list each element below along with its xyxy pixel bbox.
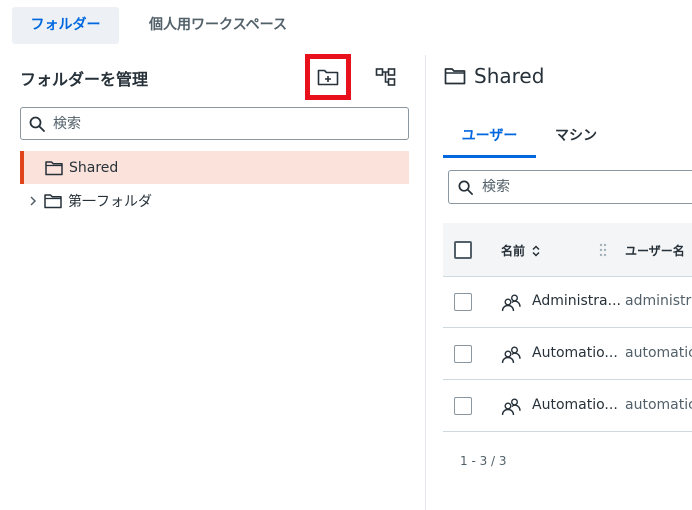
folder-management-panel: フォルダーを管理 Shared xyxy=(0,48,425,510)
tab-users[interactable]: ユーザー xyxy=(443,120,536,158)
folder-search-input[interactable] xyxy=(53,108,403,139)
column-header-username[interactable]: ユーザー名 xyxy=(625,242,685,259)
folder-icon xyxy=(45,160,63,175)
tree-item-label: 第一フォルダ xyxy=(68,193,152,210)
pagination-info: 1 - 3 / 3 xyxy=(460,454,507,468)
tree-item-first-folder[interactable]: 第一フォルダ xyxy=(20,184,409,217)
row-checkbox[interactable] xyxy=(454,293,472,311)
row-checkbox[interactable] xyxy=(454,397,472,415)
user-search xyxy=(448,170,692,204)
user-group-icon xyxy=(501,398,521,416)
folder-icon xyxy=(444,68,466,85)
top-tabs: フォルダー 個人用ワークスペース xyxy=(0,0,692,48)
folder-plus-icon xyxy=(317,69,339,86)
row-username: administra xyxy=(625,293,692,309)
row-name: Automatio... xyxy=(532,397,618,413)
tab-personal-workspace[interactable]: 個人用ワークスペース xyxy=(128,7,308,44)
folder-icon xyxy=(44,193,62,208)
new-folder-button[interactable] xyxy=(305,54,351,100)
table-row[interactable]: Administra... administra xyxy=(443,277,692,328)
tree-item-shared[interactable]: Shared xyxy=(20,151,409,184)
panel-title: フォルダーを管理 xyxy=(20,70,149,89)
sort-icon[interactable] xyxy=(531,244,541,257)
table-row[interactable]: Automatio... automatic xyxy=(443,381,692,432)
detail-tabs: ユーザー マシン xyxy=(443,120,692,158)
chevron-right-icon[interactable] xyxy=(26,194,40,208)
folder-search xyxy=(20,107,409,140)
table-row[interactable]: Automatio... automatic xyxy=(443,329,692,380)
search-icon xyxy=(29,116,45,132)
tab-folders[interactable]: フォルダー xyxy=(12,7,119,44)
row-checkbox[interactable] xyxy=(454,345,472,363)
folder-title-text: Shared xyxy=(474,64,545,88)
tree-view-button[interactable] xyxy=(366,57,406,97)
tree-item-label: Shared xyxy=(69,159,119,176)
tab-machines[interactable]: マシン xyxy=(543,120,609,158)
search-icon xyxy=(458,180,473,195)
user-group-icon xyxy=(501,346,521,364)
select-all-checkbox[interactable] xyxy=(454,241,472,259)
row-name: Administra... xyxy=(532,293,621,309)
column-resize-handle-icon[interactable] xyxy=(598,242,608,258)
column-header-name[interactable]: 名前 xyxy=(501,242,541,259)
user-group-icon xyxy=(501,294,521,312)
column-header-label: 名前 xyxy=(501,244,526,258)
folder-title: Shared xyxy=(444,64,544,88)
row-name: Automatio... xyxy=(532,345,618,361)
user-search-input[interactable] xyxy=(482,171,692,203)
tree-structure-icon xyxy=(375,68,396,86)
row-username: automatic xyxy=(625,345,692,361)
row-username: automatic xyxy=(625,397,692,413)
grid-header: 名前 ユーザー名 xyxy=(443,223,692,277)
folder-detail-panel: Shared ユーザー マシン 名前 ユーザー名 xyxy=(426,48,692,510)
